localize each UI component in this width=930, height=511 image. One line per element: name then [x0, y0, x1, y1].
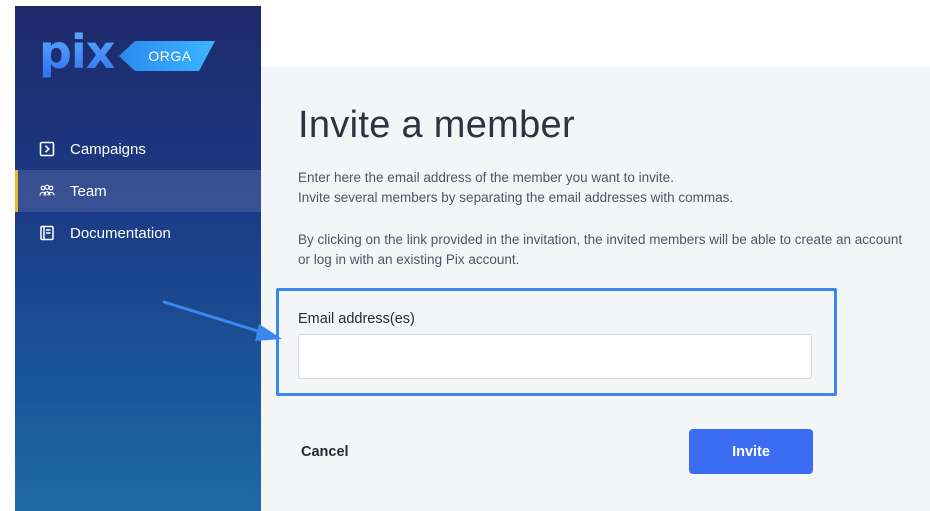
email-field[interactable] — [298, 334, 812, 379]
sidebar-nav: Campaigns Team Documentation — [15, 128, 261, 254]
pix-orga-logo[interactable]: pix ORGA — [39, 24, 239, 84]
sidebar-item-label: Documentation — [70, 224, 171, 242]
sidebar-item-label: Campaigns — [70, 140, 146, 158]
book-icon — [39, 225, 55, 241]
page-title: Invite a member — [298, 104, 575, 146]
invitation-note: By clicking on the link provided in the … — [298, 232, 903, 267]
orga-badge: ORGA — [119, 41, 215, 71]
sidebar-item-label: Team — [70, 182, 107, 200]
cancel-button[interactable]: Cancel — [301, 440, 349, 464]
invite-button[interactable]: Invite — [689, 429, 813, 474]
invite-description: Enter here the email address of the memb… — [298, 168, 908, 208]
logo-text: pix — [39, 25, 115, 79]
sidebar-item-campaigns[interactable]: Campaigns — [15, 128, 261, 170]
sidebar-item-documentation[interactable]: Documentation — [15, 212, 261, 254]
campaign-icon — [39, 141, 55, 157]
team-icon — [39, 183, 55, 199]
description-line: Enter here the email address of the memb… — [298, 170, 674, 185]
arrow-annotation-icon — [162, 300, 282, 341]
app-window: pix ORGA Campaigns Team Documentation In… — [0, 0, 930, 511]
sidebar-item-team[interactable]: Team — [15, 170, 261, 212]
description-line: Invite several members by separating the… — [298, 190, 734, 205]
invite-member-panel: Invite a member Enter here the email add… — [261, 66, 930, 511]
sidebar: pix ORGA Campaigns Team Documentation — [15, 6, 261, 511]
email-field-label: Email address(es) — [298, 311, 415, 327]
